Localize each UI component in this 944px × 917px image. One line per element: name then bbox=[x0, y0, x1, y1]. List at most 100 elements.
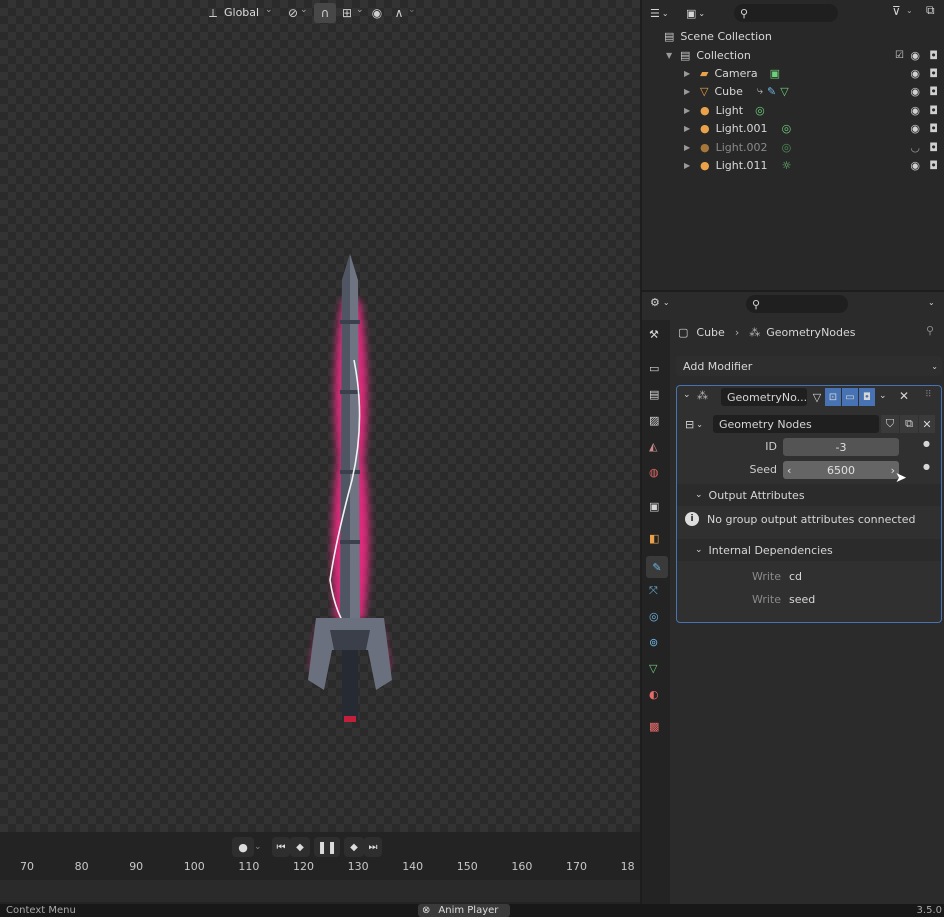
collapse-arrow-icon[interactable]: ⌄ bbox=[683, 390, 691, 400]
constraint-icon: ⤷ bbox=[756, 84, 764, 97]
physics-tab-icon[interactable]: ◎ bbox=[649, 610, 659, 623]
viewport-header: ⟂ Global ⌄ ⊘ ⌄ ∩ ⊞ ⌄ ◉ ∧ ⌄ bbox=[0, 0, 640, 28]
drag-handle-icon[interactable]: ⠿ bbox=[925, 390, 932, 400]
outliner-item-light[interactable]: ▶ ● Light ◎ ◉ ◘ bbox=[642, 101, 944, 119]
expand-arrow-icon[interactable]: ▶ bbox=[684, 143, 694, 152]
expand-arrow-icon[interactable]: ▶ bbox=[684, 106, 694, 115]
filter-icon[interactable]: ⊽ bbox=[892, 4, 901, 18]
timeline[interactable]: ● ⌄ ⏮ ◆ ❚❚ ◆ ⏭ 70 80 90 100 110 120 130 140 150 1… bbox=[0, 832, 640, 904]
node-group-browse-dropdown[interactable]: ⊟ ⌄ bbox=[685, 415, 709, 433]
outliner-item-light-011[interactable]: ▶ ● Light.011 ☼ ◉ ◘ bbox=[642, 156, 944, 174]
edit-mode-icon[interactable]: ⊡ bbox=[825, 388, 841, 406]
eye-icon[interactable]: ◉ bbox=[910, 122, 920, 135]
frame-number: 80 bbox=[74, 860, 89, 873]
output-attributes-info: i No group output attributes connected bbox=[685, 512, 915, 526]
render-camera-icon[interactable]: ◘ bbox=[929, 49, 938, 62]
keyframe-dot-icon[interactable]: ● bbox=[923, 439, 930, 448]
anim-player-job[interactable]: ⊗ Anim Player bbox=[418, 904, 510, 917]
chevron-down-icon[interactable]: ⌄ bbox=[928, 298, 935, 307]
eye-icon[interactable]: ◉ bbox=[910, 104, 920, 117]
unlink-close-icon[interactable]: ✕ bbox=[919, 415, 935, 433]
render-camera-icon[interactable]: ◘ bbox=[929, 159, 938, 172]
expand-arrow-icon[interactable]: ▼ bbox=[666, 51, 676, 60]
keyframe-dot-icon[interactable]: ● bbox=[923, 462, 930, 471]
material-tab-icon[interactable]: ◐ bbox=[649, 688, 659, 701]
properties-search-input[interactable]: ⚲ bbox=[746, 295, 848, 313]
modifier-wrench-tab-icon[interactable]: ✎ bbox=[646, 556, 668, 578]
duplicate-icon[interactable]: ⧉ bbox=[900, 415, 918, 433]
output-attributes-subpanel-header[interactable]: ⌄ Output Attributes bbox=[677, 484, 941, 506]
render-camera-icon[interactable]: ◘ bbox=[929, 122, 938, 135]
render-tab-icon[interactable]: ▭ bbox=[649, 362, 659, 375]
output-tab-icon[interactable]: ▤ bbox=[649, 388, 659, 401]
internal-dependencies-subpanel-header[interactable]: ⌄ Internal Dependencies bbox=[677, 539, 941, 561]
falloff-curve-icon[interactable]: ∧ bbox=[388, 3, 410, 23]
render-camera-icon[interactable]: ◘ bbox=[929, 104, 938, 117]
chevron-down-icon[interactable]: ⌄ bbox=[265, 5, 273, 15]
particles-tab-icon[interactable]: ⤧ bbox=[649, 584, 658, 598]
eye-icon[interactable]: ◉ bbox=[910, 85, 920, 98]
render-icon[interactable]: ◘ bbox=[859, 388, 875, 406]
jump-start-icon[interactable]: ⏮ bbox=[272, 837, 290, 857]
seed-field[interactable]: ‹ 6500 › bbox=[783, 461, 899, 479]
scene-tab-icon[interactable]: ◭ bbox=[649, 440, 657, 453]
magnet-icon[interactable]: ∩ bbox=[314, 3, 336, 23]
render-camera-icon[interactable]: ◘ bbox=[929, 67, 938, 80]
fake-user-shield-icon[interactable]: ⛉ bbox=[881, 415, 899, 433]
pin-icon[interactable]: ⚲ bbox=[926, 324, 934, 337]
transform-axes-icon[interactable]: ⟂ bbox=[202, 3, 224, 23]
cancel-circle-icon[interactable]: ⊗ bbox=[422, 905, 430, 916]
transform-orientation-select[interactable]: Global bbox=[224, 6, 259, 19]
view-layer-tab-icon[interactable]: ▨ bbox=[649, 414, 659, 427]
tool-tab-icon[interactable]: ⚒ bbox=[649, 328, 659, 341]
add-modifier-button[interactable]: Add Modifier ⌄ bbox=[676, 356, 942, 376]
collection-row[interactable]: ▼ ▤ Collection ☑ ◉ ◘ bbox=[642, 46, 944, 64]
chevron-down-icon[interactable]: ⌄ bbox=[879, 391, 887, 401]
on-cage-icon[interactable]: ▽ bbox=[809, 388, 825, 406]
outliner-search-input[interactable]: ⚲ bbox=[734, 4, 838, 22]
scene-collection-row[interactable]: ▤ Scene Collection bbox=[642, 27, 944, 45]
modifier-name-input[interactable]: GeometryNo... bbox=[721, 388, 807, 406]
chevron-down-icon[interactable]: ⌄ bbox=[254, 842, 266, 852]
filter-view-dropdown[interactable]: ▣ ⌄ bbox=[686, 4, 716, 22]
expand-arrow-icon[interactable]: ▶ bbox=[684, 87, 694, 96]
outliner-item-camera[interactable]: ▶ ▰ Camera ▣ ◉ ◘ bbox=[642, 64, 944, 82]
proportional-edit-icon[interactable]: ◉ bbox=[366, 3, 388, 23]
eye-icon[interactable]: ◉ bbox=[910, 67, 920, 80]
eye-icon[interactable]: ◉ bbox=[910, 49, 920, 62]
viewport-display-icon[interactable]: ▭ bbox=[842, 388, 858, 406]
collection-tab-icon[interactable]: ▣ bbox=[649, 500, 659, 513]
outliner-item-light-002[interactable]: ▶ ● Light.002 ◎ ◡ ◘ bbox=[642, 138, 944, 156]
world-tab-icon[interactable]: ◍ bbox=[649, 466, 659, 479]
render-camera-icon[interactable]: ◘ bbox=[929, 85, 938, 98]
next-keyframe-icon[interactable]: ◆ bbox=[344, 837, 364, 857]
data-tab-icon[interactable]: ▽ bbox=[649, 662, 657, 675]
object-tab-icon[interactable]: ◧ bbox=[649, 532, 659, 545]
expand-arrow-icon[interactable]: ▶ bbox=[684, 161, 694, 170]
eye-icon[interactable]: ◉ bbox=[910, 159, 920, 172]
editor-type-dropdown[interactable]: ⚙ ⌄ bbox=[650, 296, 670, 309]
pause-icon[interactable]: ❚❚ bbox=[314, 837, 340, 857]
render-camera-icon[interactable]: ◘ bbox=[929, 141, 938, 154]
jump-end-icon[interactable]: ⏭ bbox=[364, 837, 382, 857]
texture-tab-icon[interactable]: ▩ bbox=[649, 720, 659, 733]
snap-grid-icon[interactable]: ⊞ bbox=[336, 3, 358, 23]
prev-keyframe-icon[interactable]: ◆ bbox=[290, 837, 310, 857]
outliner-item-cube[interactable]: ▶ ▽ Cube ⤷ ✎ ▽ ◉ ◘ bbox=[642, 82, 944, 100]
eye-closed-icon[interactable]: ◡ bbox=[910, 141, 920, 154]
record-icon[interactable]: ● bbox=[232, 837, 254, 857]
decrement-arrow-icon[interactable]: ‹ bbox=[787, 464, 791, 477]
expand-arrow-icon[interactable]: ▶ bbox=[684, 124, 694, 133]
frame-ruler[interactable]: 70 80 90 100 110 120 130 140 150 160 170 18 bbox=[0, 860, 640, 876]
node-group-name-input[interactable]: Geometry Nodes bbox=[713, 415, 879, 433]
outliner-item-light-001[interactable]: ▶ ● Light.001 ◎ ◉ ◘ bbox=[642, 119, 944, 137]
expand-arrow-icon[interactable]: ▶ bbox=[684, 69, 694, 78]
checkbox-icon[interactable]: ☑ bbox=[895, 50, 904, 61]
id-field[interactable]: -3 bbox=[783, 438, 899, 456]
display-mode-dropdown[interactable]: ☰ ⌄ bbox=[650, 4, 680, 22]
close-icon[interactable]: ✕ bbox=[899, 389, 909, 403]
new-collection-icon[interactable]: ⧉ bbox=[926, 3, 935, 18]
constraints-tab-icon[interactable]: ⊚ bbox=[649, 636, 658, 649]
sword-model[interactable] bbox=[280, 240, 420, 740]
timeline-track-area[interactable] bbox=[0, 880, 640, 902]
